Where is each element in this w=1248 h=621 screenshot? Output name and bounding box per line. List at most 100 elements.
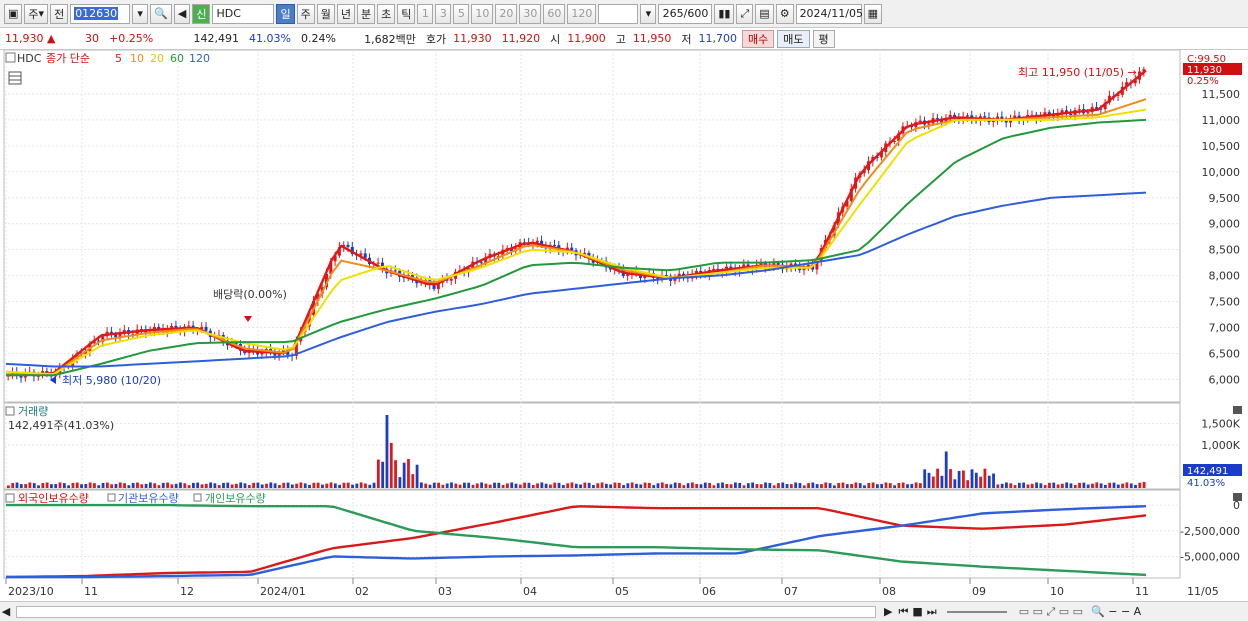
calendar-icon[interactable]: ▦ xyxy=(863,3,882,24)
low-label: 저 xyxy=(681,32,692,46)
zoom-out-icon[interactable]: 🔍 − − A xyxy=(1091,605,1141,618)
volume-bar xyxy=(996,484,1000,488)
volume-bar xyxy=(1091,483,1094,488)
interval-120[interactable]: 120 xyxy=(567,3,597,24)
dividend-annotation: 배당락(0.00%) xyxy=(213,288,287,301)
volume-close-icon[interactable] xyxy=(1233,406,1242,414)
period-year[interactable]: 년 xyxy=(336,3,355,24)
period-second[interactable]: 초 xyxy=(377,3,396,24)
count-value: 265 xyxy=(662,7,684,20)
period-day[interactable]: 일 xyxy=(276,3,295,24)
volume-bar xyxy=(437,482,440,488)
volume-bar xyxy=(914,482,918,488)
time-tick-label: 2024/01 xyxy=(260,585,306,598)
interval-20[interactable]: 20 xyxy=(495,3,518,24)
candle-body xyxy=(776,263,780,265)
interval-60[interactable]: 60 xyxy=(543,3,566,24)
stock-name-field[interactable]: HDC xyxy=(212,3,275,24)
table-icon[interactable] xyxy=(8,71,22,85)
current-price-tag-text: 11,930 xyxy=(1187,65,1222,76)
volume-bar xyxy=(256,482,260,488)
date-input[interactable]: 2024/11/05 xyxy=(795,3,863,24)
volume-bar xyxy=(794,482,798,488)
volume-panel-toggle[interactable] xyxy=(5,406,15,416)
sell-button[interactable]: 매도 xyxy=(777,29,810,48)
interval-dropdown-icon[interactable]: ▾ xyxy=(640,3,657,24)
interval-1[interactable]: 1 xyxy=(417,3,434,24)
rewind-icon[interactable]: ⏮ xyxy=(898,605,908,619)
period-unit-select[interactable]: 주 ▾ xyxy=(24,3,49,24)
fast-forward-icon[interactable]: ⏭ xyxy=(927,605,937,619)
volume-bar xyxy=(768,483,772,488)
volume-bar xyxy=(196,482,200,488)
interval-3[interactable]: 3 xyxy=(435,3,452,24)
chart-area[interactable]: HDC 종가 단순 5 10 20 60 120 최고 11,950 (11/0… xyxy=(0,50,1248,601)
low-annotation: 최저 5,980 (10/20) xyxy=(62,374,161,387)
custom-interval-input[interactable] xyxy=(598,3,639,24)
interval-30[interactable]: 30 xyxy=(519,3,542,24)
scroll-right-icon[interactable]: ▶ xyxy=(884,605,892,618)
interval-10[interactable]: 10 xyxy=(471,3,494,24)
period-week[interactable]: 주 xyxy=(296,3,315,24)
volume-bar xyxy=(148,482,152,488)
buy-button[interactable]: 매수 xyxy=(742,29,775,48)
volume-bar xyxy=(755,484,759,488)
count-input[interactable]: 265/600 xyxy=(658,3,713,24)
stock-code-value: 012630 xyxy=(74,7,119,20)
volume-bar xyxy=(1052,482,1056,488)
volume-bar xyxy=(411,474,415,488)
volume-bar xyxy=(67,485,71,488)
volume-bar xyxy=(781,482,785,488)
volume-bar xyxy=(531,484,535,488)
credit-badge[interactable]: 신 xyxy=(192,3,211,24)
period-tick[interactable]: 틱 xyxy=(397,3,416,24)
volume-bar xyxy=(729,484,733,488)
code-dropdown-icon[interactable]: ▾ xyxy=(132,3,149,24)
volume-bar xyxy=(691,482,694,488)
time-tick-label: 11 xyxy=(84,585,98,598)
legend-toggle-icon[interactable] xyxy=(5,52,16,63)
sound-icon[interactable]: ◀ xyxy=(173,3,191,24)
stop-icon[interactable]: ■ xyxy=(912,605,922,618)
volume-bar xyxy=(144,483,148,488)
time-tick-label: 04 xyxy=(523,585,537,598)
period-minute[interactable]: 분 xyxy=(356,3,376,24)
volume-bar xyxy=(252,482,256,488)
scroll-left-icon[interactable]: ◀ xyxy=(0,605,12,618)
volume-bar xyxy=(58,482,62,488)
prev-button[interactable]: 전 xyxy=(50,3,69,24)
volume-bar xyxy=(247,485,251,488)
volume-bar xyxy=(940,475,944,488)
volume-bar xyxy=(910,483,914,488)
volume-bar xyxy=(338,484,342,488)
gear-icon[interactable]: ⚙ xyxy=(775,3,794,24)
volume-bar xyxy=(174,483,178,488)
candle-body xyxy=(918,120,922,123)
save-icon[interactable]: ▤ xyxy=(755,3,774,24)
volume-bar xyxy=(110,484,114,488)
holdings-toggle[interactable] xyxy=(5,493,15,503)
volume-bar xyxy=(243,483,247,488)
bottom-scrollbar[interactable]: ◀ ▶ ⏮ ■ ⏭ ▭ ▭ ⤢ ▭ ▭ 🔍 − − A xyxy=(0,601,1248,621)
volume-bar xyxy=(970,469,974,488)
search-icon[interactable]: 🔍 xyxy=(150,3,172,24)
legend-ma10: 10 xyxy=(130,52,144,65)
volume-bar xyxy=(665,483,668,488)
scroll-track[interactable] xyxy=(16,605,876,618)
volume-bar xyxy=(364,483,367,488)
candle-icon[interactable]: ▮▮ xyxy=(714,3,735,24)
volume-bar xyxy=(880,484,884,488)
stock-code-input[interactable]: 012630 xyxy=(70,3,131,24)
interval-5[interactable]: 5 xyxy=(453,3,470,24)
average-button[interactable]: 평 xyxy=(812,29,835,48)
zoom-slider[interactable] xyxy=(946,610,1007,613)
volume-bar xyxy=(579,484,582,488)
volume-bar xyxy=(463,482,466,488)
layout-icon[interactable]: ▣ xyxy=(4,3,23,24)
period-month[interactable]: 월 xyxy=(316,3,335,24)
volume-bar xyxy=(488,484,492,488)
screen-icons[interactable]: ▭ ▭ ⤢ ▭ ▭ xyxy=(1019,605,1083,619)
volume-bar xyxy=(286,482,290,488)
draw-icon[interactable]: ⤢ xyxy=(736,3,754,24)
volume-axis: 1,000K 1,500K xyxy=(1201,418,1240,452)
